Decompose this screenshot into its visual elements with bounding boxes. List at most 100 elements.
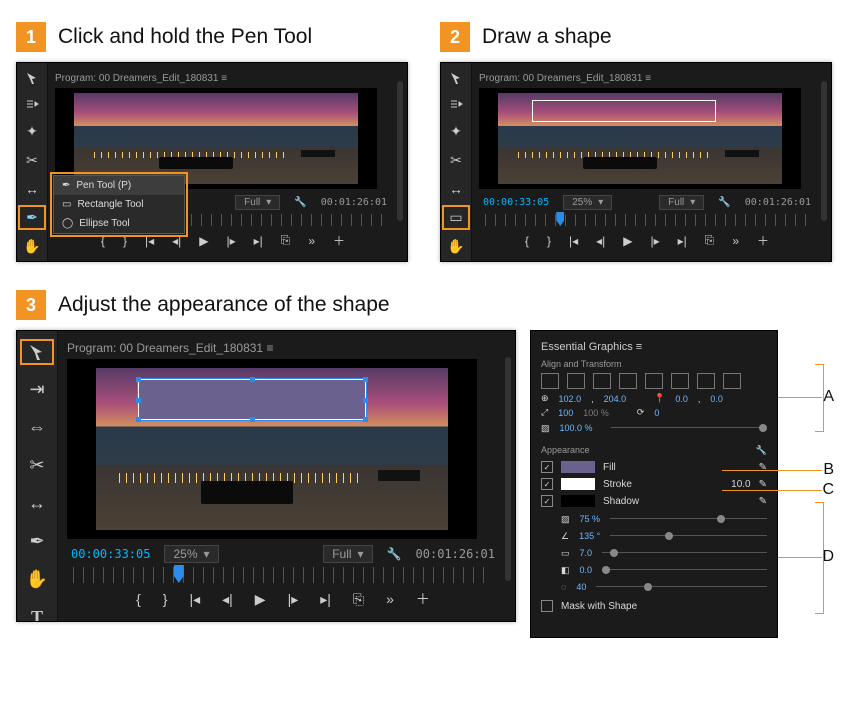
flyout-ellipse[interactable]: ◯ Ellipse Tool	[54, 214, 184, 233]
scrollbar[interactable]	[505, 357, 511, 581]
viewer[interactable]	[479, 88, 801, 189]
play-button[interactable]: ▶	[623, 234, 632, 248]
hand-tool-icon[interactable]: ✋	[27, 569, 47, 589]
track-select-icon[interactable]: ⇥	[27, 379, 47, 399]
razor-tool-icon[interactable]: ✂	[27, 455, 47, 475]
play-button[interactable]: ▶	[255, 591, 266, 608]
select-tool-icon[interactable]	[24, 343, 50, 361]
stroke-swatch[interactable]	[561, 478, 595, 490]
opacity-value[interactable]: 100.0 %	[560, 423, 593, 433]
wrench-icon[interactable]: 🔧	[294, 197, 306, 208]
shadow-size-slider[interactable]	[602, 566, 767, 574]
ripple-edit-icon[interactable]: ✦	[446, 123, 466, 140]
pin-icon[interactable]: 📍	[654, 393, 665, 404]
shadow-swatch[interactable]	[561, 495, 595, 507]
go-out-button[interactable]: ▸|	[254, 234, 263, 248]
go-out-button[interactable]: ▸|	[320, 591, 331, 608]
zoom-select[interactable]: 25% ▾	[164, 545, 218, 563]
go-in-button[interactable]: |◂	[189, 591, 200, 608]
drawn-shape-outline[interactable]	[532, 100, 715, 122]
eyedropper-icon[interactable]: ✎	[759, 479, 767, 490]
add-button[interactable]: ＋	[757, 232, 769, 249]
mark-in-button[interactable]: {	[101, 234, 105, 248]
go-in-button[interactable]: |◂	[569, 234, 578, 248]
rectangle-tool-icon[interactable]: ▭	[446, 209, 466, 226]
opacity-slider[interactable]	[611, 424, 767, 432]
fill-swatch[interactable]	[561, 461, 595, 473]
slip-tool-icon[interactable]: ↔	[22, 181, 42, 197]
step-fwd-button[interactable]: |▸	[288, 591, 299, 608]
mark-out-button[interactable]: }	[547, 234, 551, 248]
razor-tool-icon[interactable]: ✂	[446, 152, 466, 169]
scrollbar[interactable]	[821, 81, 827, 221]
scrollbar[interactable]	[397, 81, 403, 221]
wrench-icon[interactable]: 🔧	[718, 197, 730, 208]
shadow-checkbox[interactable]: ✓	[541, 495, 553, 507]
wrench-icon[interactable]: 🔧	[756, 445, 767, 456]
mark-in-button[interactable]: {	[525, 234, 529, 248]
add-button[interactable]: ＋	[333, 232, 345, 249]
flyout-rectangle[interactable]: ▭ Rectangle Tool	[54, 195, 184, 214]
timecode[interactable]: 00:00:33:05	[71, 547, 150, 561]
time-ruler[interactable]	[73, 567, 493, 583]
ripple-edit-icon[interactable]: ⇔	[27, 417, 47, 437]
scale-h-value[interactable]: 100 %	[583, 408, 609, 418]
shadow-blur[interactable]: 40	[576, 582, 586, 592]
hand-tool-icon[interactable]: ✋	[22, 238, 42, 255]
track-select-icon[interactable]	[446, 97, 466, 111]
export-frame-button[interactable]: ⎘	[281, 233, 291, 248]
select-tool-icon[interactable]	[446, 71, 466, 85]
time-ruler[interactable]	[485, 214, 809, 226]
shadow-angle[interactable]: 135 °	[579, 531, 600, 541]
pen-tool-icon[interactable]: ✒	[27, 531, 47, 551]
go-in-button[interactable]: |◂	[145, 234, 154, 248]
export-frame-button[interactable]: ⎘	[353, 591, 364, 608]
stroke-width[interactable]: 10.0	[731, 479, 750, 490]
ripple-edit-icon[interactable]: ✦	[22, 123, 42, 140]
more-button[interactable]: »	[732, 234, 739, 248]
selected-shape[interactable]	[138, 379, 366, 420]
pos-y[interactable]: 204.0	[604, 394, 627, 404]
viewer[interactable]	[67, 359, 477, 539]
align-buttons[interactable]	[541, 373, 767, 389]
step-fwd-button[interactable]: |▸	[650, 234, 659, 248]
shadow-distance-slider[interactable]	[602, 549, 767, 557]
fit-select[interactable]: Full ▾	[235, 195, 280, 210]
track-select-icon[interactable]	[22, 97, 42, 111]
flyout-pen[interactable]: ✒ Pen Tool (P)	[54, 176, 184, 195]
anchor-y[interactable]: 0.0	[710, 394, 723, 404]
mark-out-button[interactable]: }	[123, 234, 127, 248]
select-tool-icon[interactable]	[22, 71, 42, 85]
stroke-checkbox[interactable]: ✓	[541, 478, 553, 490]
shadow-size[interactable]: 0.0	[580, 565, 593, 575]
fit-select[interactable]: Full ▾	[323, 545, 372, 563]
anchor-icon[interactable]: ⊕	[541, 393, 549, 404]
slip-tool-icon[interactable]: ↔	[446, 181, 466, 197]
viewer[interactable]	[55, 88, 377, 189]
more-button[interactable]: »	[386, 591, 394, 607]
pen-tool-icon[interactable]: ✒	[22, 209, 42, 226]
razor-tool-icon[interactable]: ✂	[22, 152, 42, 169]
more-button[interactable]: »	[308, 234, 315, 248]
shadow-opacity-slider[interactable]	[610, 515, 767, 523]
mark-in-button[interactable]: {	[136, 591, 141, 607]
wrench-icon[interactable]: 🔧	[387, 547, 402, 561]
play-button[interactable]: ▶	[199, 234, 208, 248]
export-frame-button[interactable]: ⎘	[705, 233, 715, 248]
fill-checkbox[interactable]: ✓	[541, 461, 553, 473]
scale-value[interactable]: 100	[558, 408, 573, 418]
mask-checkbox[interactable]	[541, 600, 553, 612]
mark-out-button[interactable]: }	[163, 591, 168, 607]
fit-select[interactable]: Full ▾	[659, 195, 704, 210]
zoom-select[interactable]: 25% ▾	[563, 195, 612, 210]
step-fwd-button[interactable]: |▸	[226, 234, 235, 248]
timecode[interactable]: 00:00:33:05	[483, 197, 549, 208]
anchor-x[interactable]: 0.0	[675, 394, 688, 404]
step-back-button[interactable]: ◂|	[222, 591, 233, 608]
step-back-button[interactable]: ◂|	[172, 234, 181, 248]
rotate-icon[interactable]: ⟳	[637, 407, 645, 418]
hand-tool-icon[interactable]: ✋	[446, 238, 466, 255]
slip-tool-icon[interactable]: ↔	[27, 493, 47, 513]
shadow-blur-slider[interactable]	[596, 583, 767, 591]
shadow-distance[interactable]: 7.0	[580, 548, 593, 558]
